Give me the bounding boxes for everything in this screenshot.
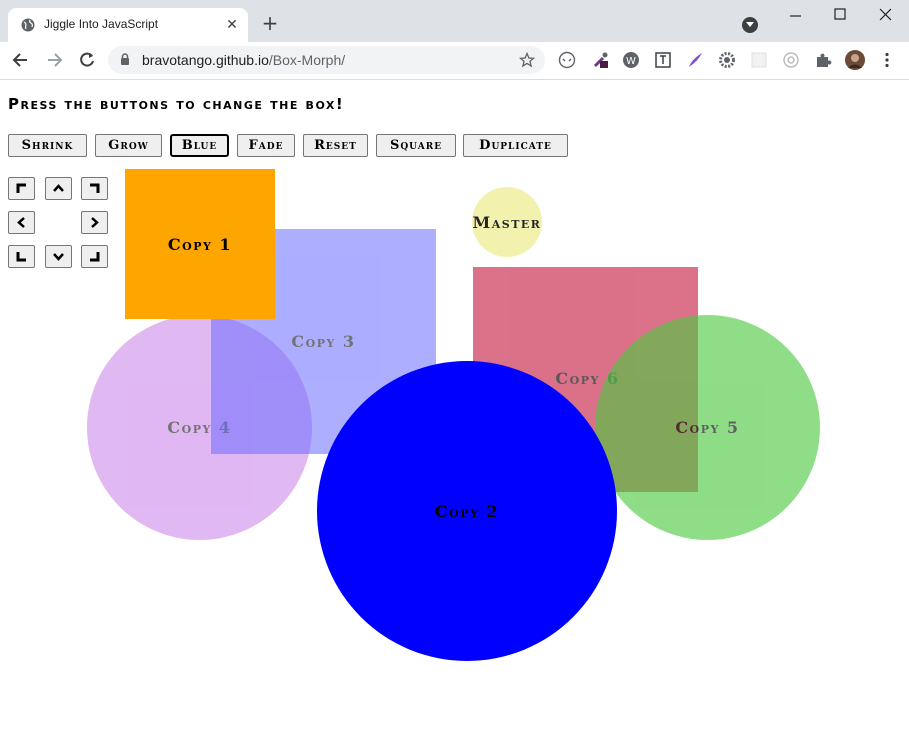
- move-up-right-button[interactable]: [81, 177, 108, 200]
- globe-icon: [21, 18, 35, 32]
- shrink-button[interactable]: Shrink: [8, 134, 87, 157]
- copy-3-label: Copy 3: [291, 332, 356, 351]
- arrow-right-icon: [91, 217, 99, 228]
- browser-toolbar: bravotango.github.io/Box-Morph/ W: [0, 42, 909, 80]
- puzzle-extensions-icon[interactable]: [814, 51, 832, 69]
- arrow-down-left-icon: [16, 252, 26, 262]
- browser-tab[interactable]: Jiggle Into JavaScript ✕: [8, 8, 248, 42]
- extension-icon[interactable]: [558, 51, 576, 69]
- gear-icon[interactable]: [718, 51, 736, 69]
- move-down-left-button[interactable]: [8, 245, 35, 268]
- move-down-button[interactable]: [45, 245, 72, 268]
- tab-strip: Jiggle Into JavaScript ✕ +: [0, 0, 909, 42]
- tab-search-icon[interactable]: [742, 17, 758, 33]
- square-button[interactable]: Square: [376, 134, 456, 157]
- copy-1-box[interactable]: Copy 1: [125, 169, 275, 319]
- tab-title: Jiggle Into JavaScript: [44, 17, 159, 31]
- grow-button[interactable]: Grow: [95, 134, 162, 157]
- arrow-left-icon: [17, 217, 25, 228]
- lock-icon[interactable]: [120, 53, 130, 66]
- duplicate-button[interactable]: Duplicate: [463, 134, 568, 157]
- arrow-up-icon: [53, 184, 64, 192]
- wappalyzer-icon[interactable]: W: [622, 51, 640, 69]
- maximize-icon[interactable]: [830, 6, 850, 26]
- target-extension-icon[interactable]: [782, 51, 800, 69]
- close-window-icon[interactable]: [876, 6, 896, 26]
- copy-1-label: Copy 1: [167, 234, 233, 254]
- reset-button[interactable]: Reset: [303, 134, 368, 157]
- page-heading: Press the buttons to change the box!: [8, 95, 345, 113]
- svg-text:W: W: [626, 56, 636, 67]
- menu-dots-icon[interactable]: [878, 51, 896, 69]
- fade-button[interactable]: Fade: [237, 134, 295, 157]
- arrow-up-right-icon: [90, 183, 100, 193]
- copy-5-label: Copy 5: [675, 418, 740, 437]
- master-label: Master: [472, 212, 542, 232]
- url-path: /Box-Morph/: [268, 52, 346, 68]
- feather-icon[interactable]: [686, 51, 704, 69]
- forward-icon[interactable]: [44, 50, 64, 70]
- reader-icon[interactable]: [654, 51, 672, 69]
- move-up-button[interactable]: [45, 177, 72, 200]
- reload-icon[interactable]: [77, 50, 97, 70]
- avatar[interactable]: [845, 50, 865, 70]
- minimize-icon[interactable]: [786, 6, 806, 26]
- move-up-left-button[interactable]: [8, 177, 35, 200]
- eyedropper-icon[interactable]: [592, 51, 610, 69]
- copy-2-box[interactable]: Copy 2: [317, 361, 617, 661]
- url-host: bravotango.github.io: [142, 52, 269, 68]
- move-left-button[interactable]: [8, 211, 35, 234]
- arrow-down-right-icon: [90, 252, 100, 262]
- arrow-down-icon: [53, 253, 64, 261]
- blue-button[interactable]: Blue: [170, 134, 229, 157]
- master-box[interactable]: Master: [472, 187, 542, 257]
- copy-5-box[interactable]: Copy 5: [595, 315, 820, 540]
- url-text[interactable]: bravotango.github.io/Box-Morph/: [142, 52, 345, 68]
- new-tab-icon[interactable]: +: [260, 13, 280, 34]
- move-down-right-button[interactable]: [81, 245, 108, 268]
- bookmark-star-icon[interactable]: [519, 52, 535, 68]
- arrow-up-left-icon: [16, 183, 26, 193]
- close-tab-icon[interactable]: ✕: [224, 17, 240, 33]
- grid-extension-icon[interactable]: [750, 51, 768, 69]
- move-right-button[interactable]: [81, 211, 108, 234]
- back-icon[interactable]: [11, 50, 31, 70]
- copy-2-label: Copy 2: [434, 501, 500, 521]
- address-bar[interactable]: bravotango.github.io/Box-Morph/: [108, 46, 545, 74]
